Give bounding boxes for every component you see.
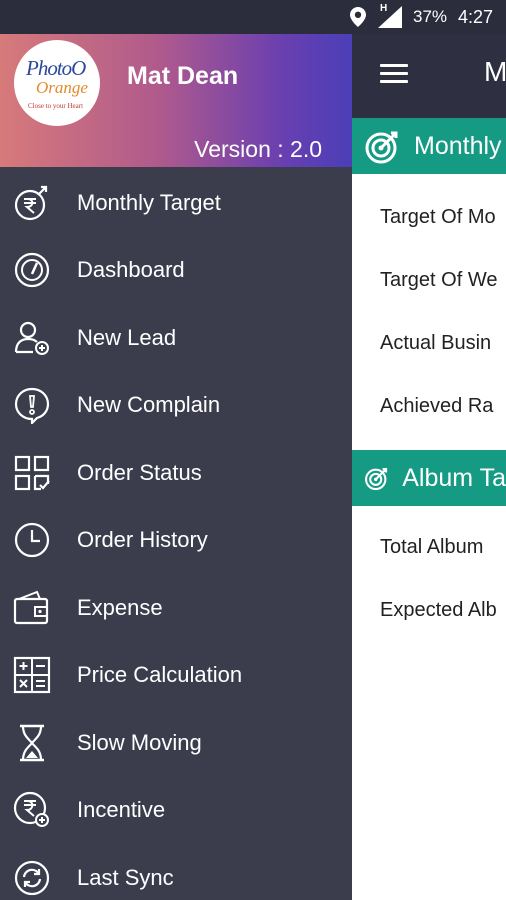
- battery-percentage: 37%: [413, 7, 448, 26]
- album-rows: Total Album Expected Alb: [352, 516, 506, 642]
- sidebar-item-incentive[interactable]: Incentive: [0, 777, 352, 845]
- wallet-icon: [13, 590, 49, 624]
- section-title: Monthly: [414, 131, 502, 160]
- logo-text-sub: Orange: [36, 78, 88, 97]
- sidebar-item-new-lead[interactable]: New Lead: [0, 304, 352, 372]
- sidebar-item-label: Order History: [77, 527, 208, 553]
- sidebar-item-label: Order Status: [77, 459, 202, 485]
- navigation-drawer: PhotoO Orange Close to your Heart Mat De…: [0, 34, 352, 900]
- sidebar-item-label: Incentive: [77, 797, 166, 823]
- app-toolbar: M: [352, 34, 506, 118]
- monthly-rows: Target Of Mo Target Of We Actual Busin A…: [352, 186, 506, 438]
- list-item: Target Of Mo: [380, 206, 496, 228]
- sidebar-item-monthly-target[interactable]: Monthly Target: [0, 169, 352, 237]
- status-bar: H 37% 4:27: [0, 0, 506, 34]
- hamburger-menu-icon[interactable]: [380, 64, 408, 88]
- section-title: Album Ta: [402, 463, 506, 492]
- sidebar-item-dashboard[interactable]: Dashboard: [0, 237, 352, 305]
- sidebar-item-label: Dashboard: [77, 257, 185, 283]
- section-header-monthly: Monthly: [352, 118, 506, 174]
- complaint-icon: [14, 388, 50, 425]
- sidebar-item-label: New Lead: [77, 324, 177, 350]
- calculator-icon: [13, 657, 51, 694]
- page-title: M: [484, 56, 506, 87]
- target-icon: [365, 467, 388, 491]
- section-header-album: Album Ta: [352, 450, 506, 506]
- signal-icon: H: [378, 0, 402, 34]
- sidebar-item-price-calculation[interactable]: Price Calculation: [0, 642, 352, 710]
- rupee-target-icon: [14, 185, 48, 220]
- list-item: Total Album: [380, 536, 484, 558]
- sidebar-item-order-history[interactable]: Order History: [0, 507, 352, 575]
- sidebar-item-label: Slow Moving: [77, 729, 202, 755]
- rupee-add-icon: [13, 792, 49, 828]
- hourglass-icon: [20, 724, 44, 761]
- list-item: Achieved Ra: [380, 395, 494, 417]
- sidebar-item-new-complain[interactable]: New Complain: [0, 372, 352, 440]
- drawer-menu: Monthly Target Dashboard New Lead New Co…: [0, 169, 352, 900]
- sync-icon: [14, 860, 50, 895]
- company-logo: PhotoO Orange Close to your Heart: [14, 40, 100, 126]
- sidebar-item-order-status[interactable]: Order Status: [0, 439, 352, 507]
- gauge-icon: [14, 253, 50, 288]
- drawer-header: PhotoO Orange Close to your Heart Mat De…: [0, 34, 352, 167]
- user-name: Mat Dean: [127, 62, 239, 90]
- target-icon: [365, 131, 398, 164]
- main-content: M Monthly Target Of Mo Target Of We Actu…: [352, 34, 506, 900]
- sidebar-item-label: Price Calculation: [77, 662, 243, 688]
- sidebar-item-label: Monthly Target: [77, 189, 221, 215]
- app-version: Version : 2.0: [194, 136, 322, 162]
- list-item: Actual Busin: [380, 332, 492, 354]
- location-icon: [350, 0, 366, 34]
- sidebar-item-label: Expense: [77, 594, 163, 620]
- sidebar-item-expense[interactable]: Expense: [0, 574, 352, 642]
- sidebar-item-label: Last Sync: [77, 864, 174, 890]
- list-item: Expected Alb: [380, 599, 497, 621]
- list-item: Target Of We: [380, 269, 498, 291]
- clock-icon: [14, 523, 50, 558]
- logo-tagline: Close to your Heart: [28, 102, 84, 110]
- grid-check-icon: [14, 455, 50, 490]
- clock-time: 4:27: [458, 6, 494, 27]
- sidebar-item-label: New Complain: [77, 392, 221, 418]
- network-type: H: [380, 3, 388, 14]
- add-user-icon: [14, 321, 49, 355]
- sidebar-item-slow-moving[interactable]: Slow Moving: [0, 709, 352, 777]
- sidebar-item-last-sync[interactable]: Last Sync: [0, 844, 352, 900]
